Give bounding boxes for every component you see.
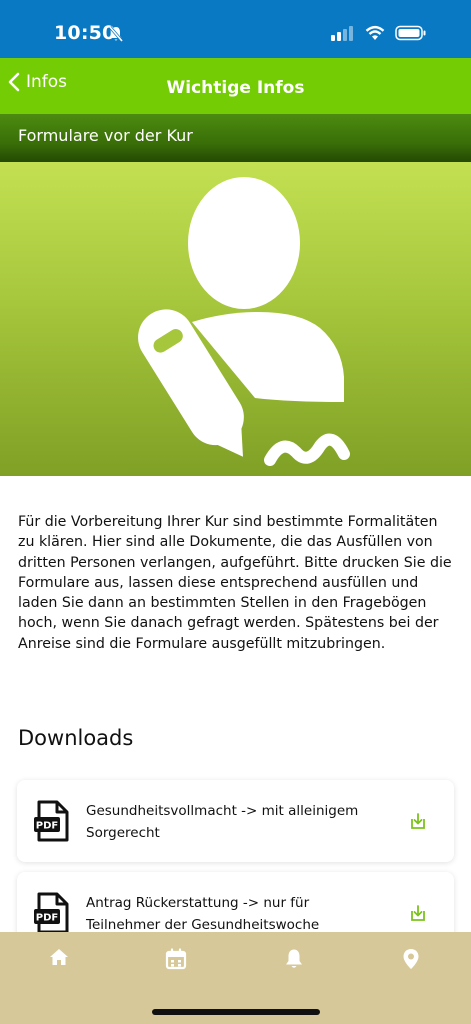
section-header: Formulare vor der Kur [0,114,471,162]
home-icon [50,949,68,965]
bell-icon [286,949,302,968]
download-label: Antrag Rückerstattung -> nur für Teilneh… [86,895,320,933]
section-title: Formulare vor der Kur [18,126,193,145]
battery-icon [395,25,426,41]
downloads-heading: Downloads [18,726,134,750]
person-signing-icon [138,177,350,466]
page-title: Wichtige Infos [166,78,305,98]
nav-bar: Infos Wichtige Infos [0,58,471,114]
pdf-file-icon: PDF [34,892,69,934]
location-pin-icon [403,949,419,969]
home-indicator[interactable] [152,1009,320,1015]
calendar-icon [165,948,187,970]
pdf-file-icon: PDF [34,800,69,842]
intro-text: Für die Vorbereitung Ihrer Kur sind best… [18,514,452,652]
hero-image [0,162,471,476]
tab-location[interactable] [391,948,431,978]
svg-text:PDF: PDF [36,913,58,924]
wifi-icon [365,25,385,40]
tab-calendar[interactable] [156,948,196,978]
cellular-signal-icon [331,26,353,41]
status-time: 10:50 [54,22,116,44]
download-icon[interactable] [410,904,426,922]
download-label: Gesundheitsvollmacht -> mit alleinigem S… [86,803,359,841]
download-card[interactable]: PDF Gesundheitsvollmacht -> mit alleinig… [17,780,454,862]
status-icons [331,25,427,41]
bell-muted-icon [108,26,124,42]
download-icon[interactable] [410,812,426,830]
tab-home[interactable] [39,948,79,978]
svg-text:PDF: PDF [36,821,58,832]
status-bar: 10:50 [0,0,471,58]
tab-notifications[interactable] [274,948,314,978]
